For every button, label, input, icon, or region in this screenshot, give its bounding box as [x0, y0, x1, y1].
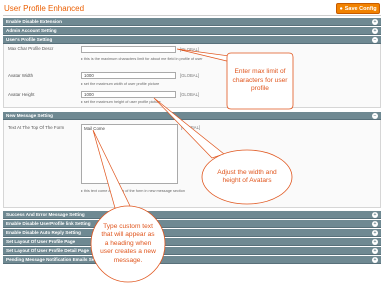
section-new-message-setting[interactable]: New Message Setting −: [3, 112, 381, 120]
section-label: Enable Disable Extension: [6, 19, 62, 24]
collapse-toggle-icon[interactable]: +: [372, 28, 378, 34]
avatar-height-note: set the maximum height of user profile p…: [81, 99, 161, 104]
avatar-height-input[interactable]: 1000: [81, 91, 176, 98]
section-pending-notification[interactable]: Pending Message Notification Emails Sett…: [3, 256, 381, 264]
section-userprofile-link[interactable]: Enable Disable UserProfile link Setting …: [3, 220, 381, 228]
avatar-height-label: Avatar Height: [8, 92, 35, 97]
section-label: Enable Disable UserProfile link Setting: [6, 221, 91, 226]
page-title: User Profile Enhanced: [4, 4, 85, 13]
save-config-button[interactable]: ● Save Config: [336, 3, 380, 14]
section-enable-disable-extension[interactable]: Enable Disable Extension +: [3, 18, 381, 26]
section-label: Success And Error Message Setting: [6, 212, 85, 217]
title-divider: [3, 15, 381, 16]
callout-avatar: Adjust the width and height of Avatars: [153, 97, 293, 205]
max-char-input[interactable]: [81, 46, 176, 53]
section-label: User's Profile Setting: [6, 37, 53, 42]
callout-message: Type custom text that will appear as a h…: [90, 129, 166, 283]
section-profile-detail-layout[interactable]: Set Layout Of User Profile Detail Page +: [3, 247, 381, 255]
collapse-toggle-icon[interactable]: +: [372, 19, 378, 25]
section-label: Set Layout Of User Profile Detail Page: [6, 248, 89, 253]
avatar-width-label: Avatar Width: [8, 73, 34, 78]
avatar-width-scope: [GLOBAL]: [180, 73, 200, 78]
section-auto-reply[interactable]: Enable Disable Auto Reply Setting +: [3, 229, 381, 237]
callout-max-char: Enter max limit of characters for user p…: [176, 48, 294, 110]
section-user-profile-setting[interactable]: User's Profile Setting −: [3, 36, 381, 44]
collapse-toggle-icon[interactable]: −: [372, 37, 378, 43]
section-label: Admin Account Setting: [6, 28, 57, 33]
top-text-note: this text come at the top of the form in…: [81, 188, 185, 193]
avatar-height-scope: [GLOBAL]: [180, 92, 200, 97]
avatar-width-input[interactable]: 1000: [81, 72, 176, 79]
save-config-label: Save Config: [344, 5, 377, 12]
section-success-error-message[interactable]: Success And Error Message Setting +: [3, 211, 381, 219]
callout-avatar-text: Adjust the width and height of Avatars: [217, 168, 277, 184]
callout-message-text: Type custom text that will appear as a h…: [100, 222, 156, 264]
section-label: Enable Disable Auto Reply Setting: [6, 230, 81, 235]
collapse-toggle-icon[interactable]: +: [372, 248, 378, 254]
section-admin-account-setting[interactable]: Admin Account Setting +: [3, 27, 381, 35]
section-profile-page-layout[interactable]: Set Layout Of User Profile Page +: [3, 238, 381, 246]
collapse-toggle-icon[interactable]: −: [372, 113, 378, 119]
callout-max-char-text: Enter max limit of characters for user p…: [232, 68, 288, 93]
collapse-toggle-icon[interactable]: +: [372, 239, 378, 245]
collapse-toggle-icon[interactable]: +: [372, 221, 378, 227]
max-char-label: Max Char Profile Descr: [8, 46, 54, 51]
collapse-toggle-icon[interactable]: +: [372, 212, 378, 218]
collapse-toggle-icon[interactable]: +: [372, 257, 378, 263]
max-char-note: this is the maximum characters limit for…: [81, 56, 203, 61]
section-label: Set Layout Of User Profile Page: [6, 239, 76, 244]
top-text-textarea[interactable]: Mail Come: [81, 124, 178, 184]
avatar-width-note: set the maximum width of user profile pi…: [81, 81, 159, 86]
top-text-label: Text At The Top Of The Form: [8, 125, 65, 130]
section-label: New Message Setting: [6, 113, 53, 118]
collapse-toggle-icon[interactable]: +: [372, 230, 378, 236]
save-icon: ●: [339, 5, 343, 12]
